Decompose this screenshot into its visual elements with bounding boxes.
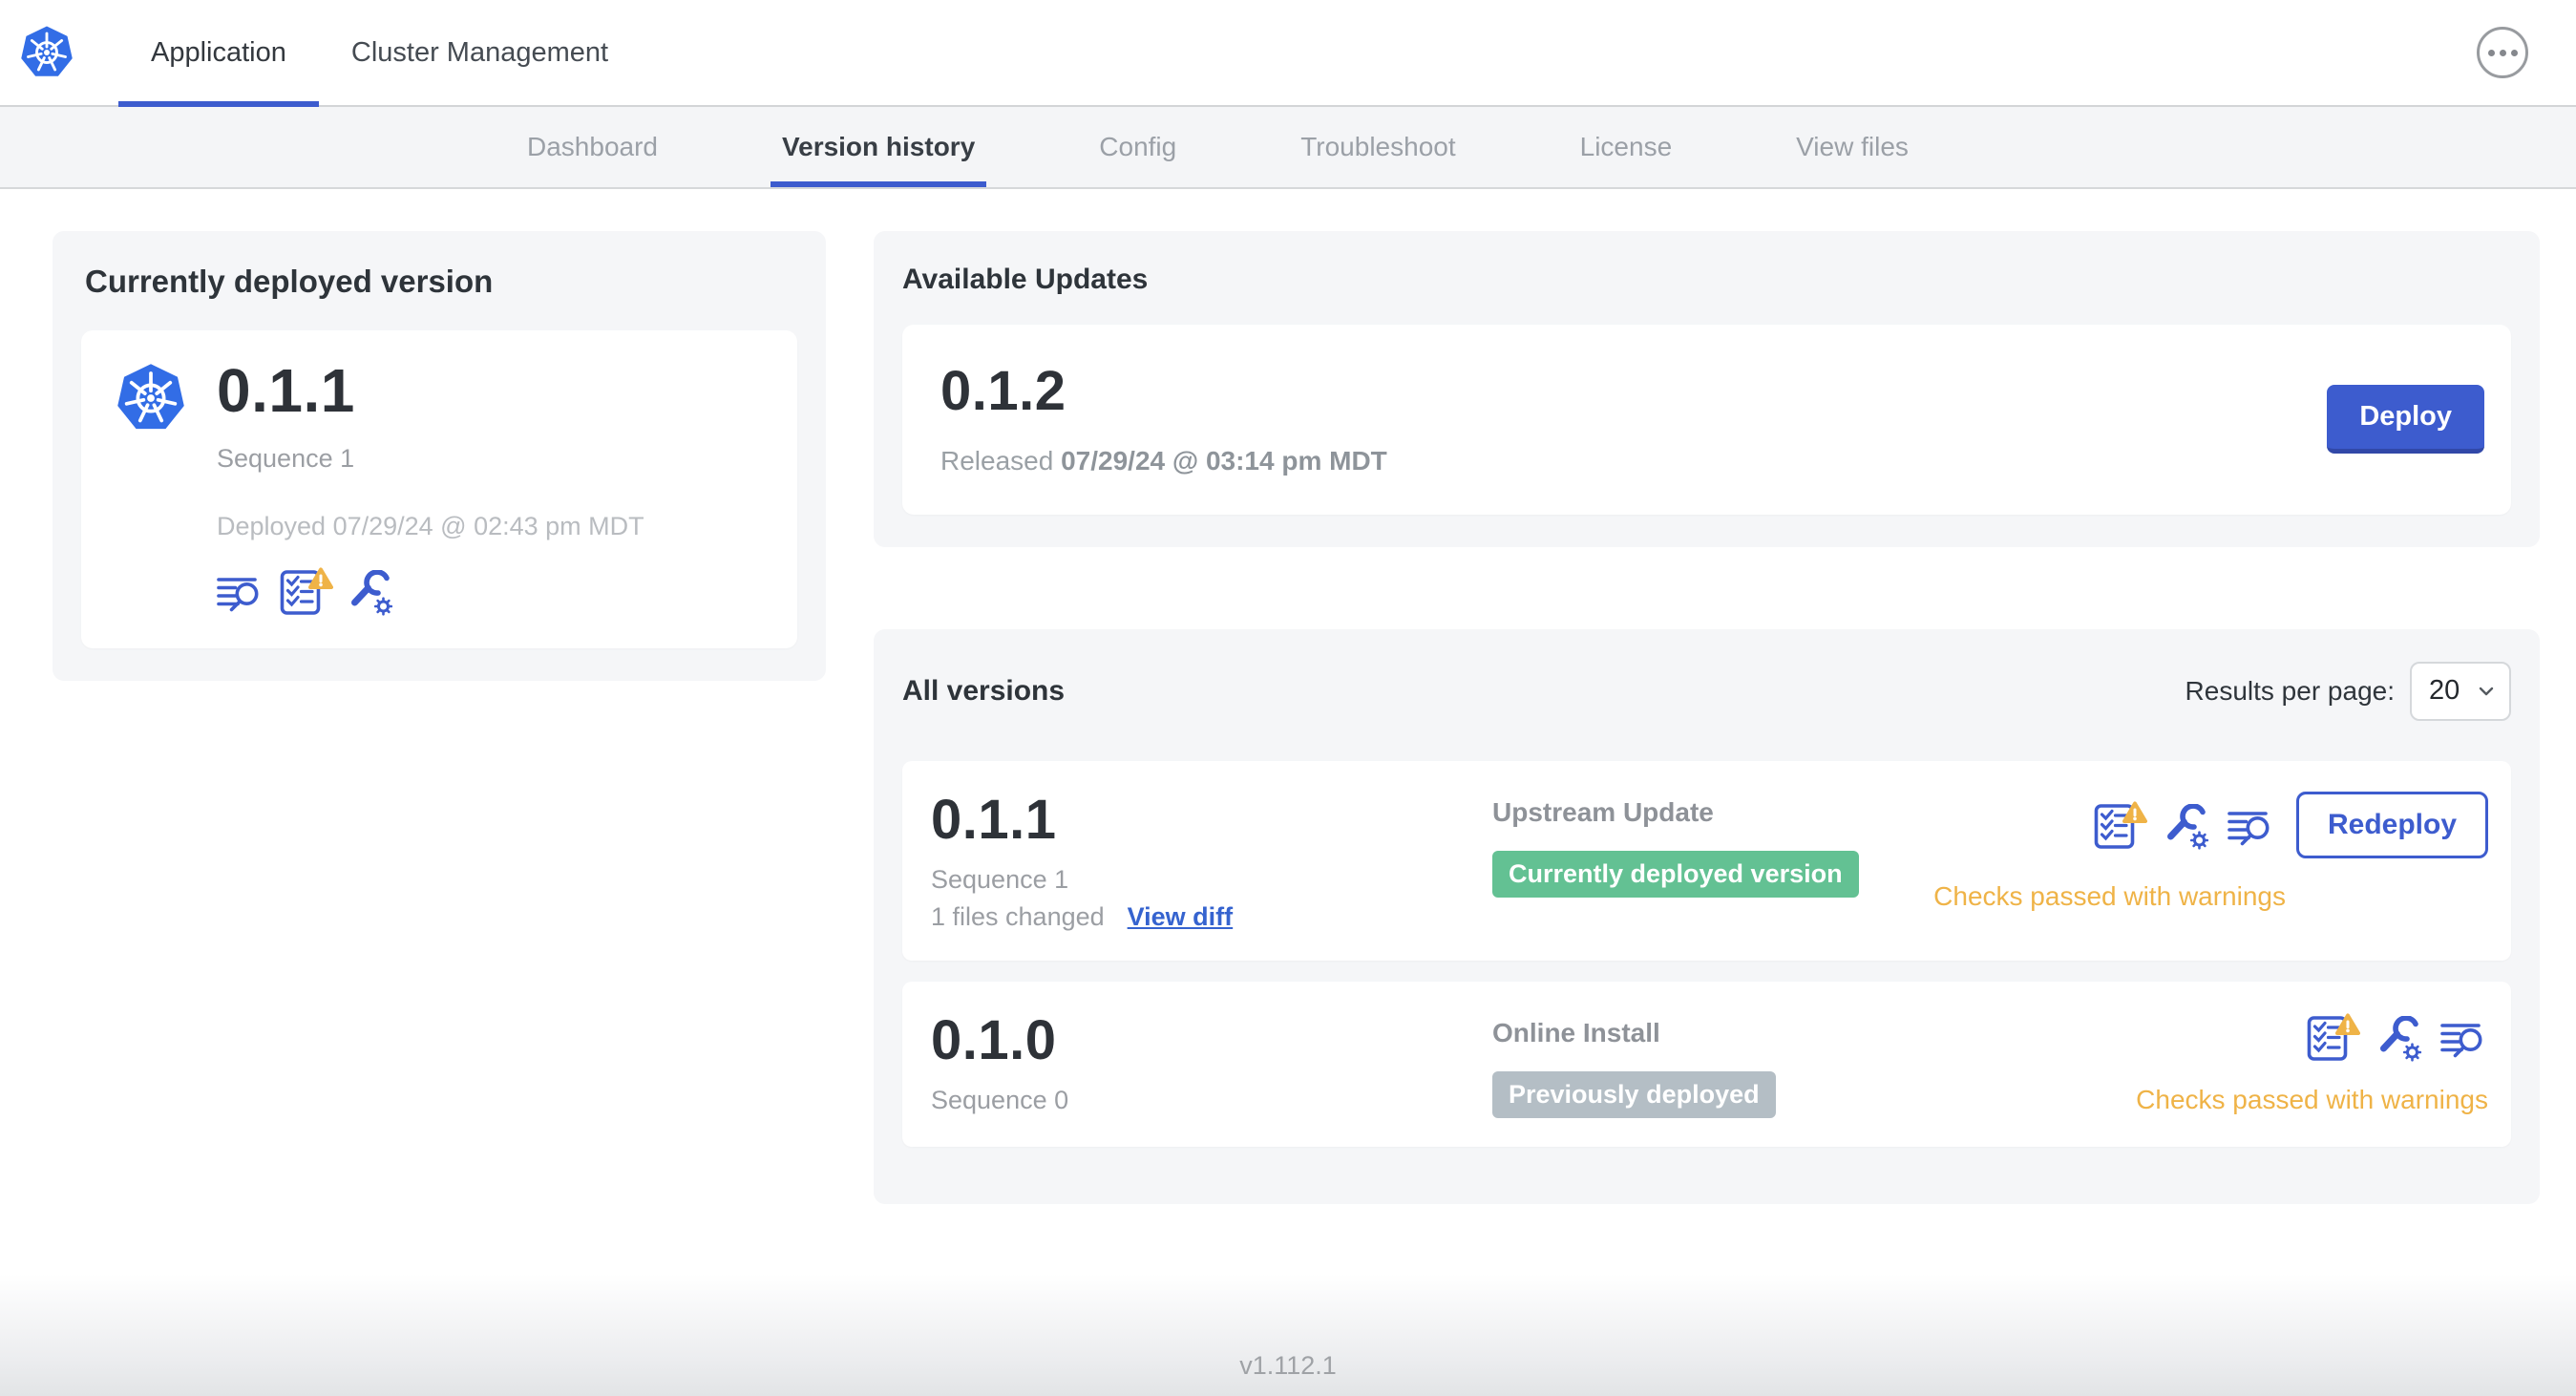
all-versions-panel: All versions Results per page: 20 0.1.1 … bbox=[874, 628, 2540, 1204]
release-notes-icon[interactable] bbox=[2440, 1020, 2488, 1062]
version-actions-block: Checks passed with warnings bbox=[2136, 1012, 2488, 1115]
version-source-block: Upstream Update Currently deployed versi… bbox=[1492, 792, 1933, 898]
checks-status-text: Checks passed with warnings bbox=[1933, 880, 2286, 911]
page-footer: v1.112.1 bbox=[0, 1274, 2576, 1396]
tab-version-history[interactable]: Version history bbox=[770, 107, 987, 187]
deployed-sequence: Sequence 1 bbox=[217, 444, 355, 474]
version-source-block: Online Install Previously deployed bbox=[1492, 1012, 2136, 1118]
version-source: Upstream Update bbox=[1492, 796, 1714, 827]
tab-application[interactable]: Application bbox=[118, 0, 319, 107]
deployed-status-icons bbox=[217, 566, 644, 616]
all-versions-title: All versions bbox=[902, 674, 1066, 707]
available-updates-title: Available Updates bbox=[902, 264, 1149, 295]
chevron-down-icon bbox=[2479, 687, 2494, 696]
row-version-number: 0.1.0 bbox=[931, 1008, 1057, 1071]
tab-dashboard[interactable]: Dashboard bbox=[527, 107, 658, 187]
version-status-icons bbox=[2307, 1012, 2488, 1062]
version-info: 0.1.0 Sequence 0 bbox=[931, 1008, 1492, 1115]
released-label: Released bbox=[940, 445, 1054, 476]
app-kubernetes-icon bbox=[114, 361, 188, 435]
view-diff-link[interactable]: View diff bbox=[1128, 902, 1234, 932]
preflight-checks-warning-icon[interactable] bbox=[2094, 800, 2147, 850]
deployed-version-number: 0.1.1 bbox=[217, 356, 355, 425]
files-changed-label: 1 files changed bbox=[931, 901, 1105, 931]
update-version-number: 0.1.2 bbox=[940, 360, 1066, 422]
admin-console-version: v1.112.1 bbox=[1239, 1351, 1337, 1380]
tab-troubleshoot[interactable]: Troubleshoot bbox=[1300, 107, 1455, 187]
tab-config[interactable]: Config bbox=[1099, 107, 1176, 187]
edit-config-icon[interactable] bbox=[348, 570, 394, 616]
release-notes-icon[interactable] bbox=[2228, 808, 2275, 850]
version-status-icons bbox=[2094, 800, 2275, 850]
available-update-card: 0.1.2 Released 07/29/24 @ 03:14 pm MDT D… bbox=[902, 325, 2511, 515]
released-timestamp: 07/29/24 @ 03:14 pm MDT bbox=[1061, 445, 1387, 476]
top-bar: Application Cluster Management bbox=[0, 0, 2576, 107]
edit-config-icon[interactable] bbox=[2377, 1016, 2423, 1062]
version-actions: Redeploy bbox=[2094, 791, 2488, 858]
kubernetes-logo-icon bbox=[18, 24, 75, 81]
deployed-timestamp: Deployed 07/29/24 @ 02:43 pm MDT bbox=[217, 512, 644, 541]
row-files-changed-line: 1 files changed View diff bbox=[931, 902, 1492, 932]
tab-view-files[interactable]: View files bbox=[1796, 107, 1909, 187]
right-column: Available Updates 0.1.2 Released 07/29/2… bbox=[874, 231, 2540, 1204]
tab-cluster-management-label: Cluster Management bbox=[350, 36, 609, 68]
redeploy-button[interactable]: Redeploy bbox=[2295, 791, 2488, 858]
deployed-version-details: 0.1.1 Sequence 1 Deployed 07/29/24 @ 02:… bbox=[217, 356, 644, 616]
overflow-menu-button[interactable] bbox=[2477, 27, 2528, 78]
version-actions-block: Redeploy Checks passed with warnings bbox=[1933, 791, 2488, 912]
currently-deployed-panel: Currently deployed version 0.1.1 Sequenc… bbox=[53, 231, 826, 682]
version-rows: 0.1.1 Sequence 1 1 files changed View di… bbox=[902, 760, 2511, 1147]
preflight-checks-warning-icon[interactable] bbox=[2307, 1012, 2360, 1062]
version-source: Online Install bbox=[1492, 1017, 1660, 1047]
checks-status-text: Checks passed with warnings bbox=[2136, 1084, 2488, 1114]
results-per-page-select[interactable]: 20 bbox=[2410, 661, 2511, 721]
edit-config-icon[interactable] bbox=[2164, 804, 2210, 850]
results-per-page: Results per page: 20 bbox=[2185, 661, 2511, 721]
row-version-number: 0.1.1 bbox=[931, 788, 1057, 851]
app-switcher: Application Cluster Management bbox=[118, 0, 641, 107]
version-row-0-1-1: 0.1.1 Sequence 1 1 files changed View di… bbox=[902, 760, 2511, 961]
version-row-0-1-0: 0.1.0 Sequence 0 Online Install Previous… bbox=[902, 981, 2511, 1147]
results-per-page-value: 20 bbox=[2429, 675, 2460, 707]
available-updates-panel: Available Updates 0.1.2 Released 07/29/2… bbox=[874, 231, 2540, 547]
tab-application-label: Application bbox=[151, 36, 286, 68]
results-per-page-label: Results per page: bbox=[2185, 675, 2395, 706]
all-versions-header: All versions Results per page: 20 bbox=[902, 661, 2511, 721]
main-content: Currently deployed version 0.1.1 Sequenc… bbox=[0, 189, 2576, 1204]
deploy-button[interactable]: Deploy bbox=[2327, 385, 2484, 455]
preflight-checks-warning-icon[interactable] bbox=[280, 566, 333, 616]
app-subnav: Dashboard Version history Config Trouble… bbox=[0, 107, 2576, 189]
version-actions bbox=[2307, 1012, 2488, 1062]
row-sequence: Sequence 1 bbox=[931, 864, 1069, 894]
currently-deployed-title: Currently deployed version bbox=[85, 264, 494, 299]
ellipsis-icon bbox=[2487, 49, 2495, 56]
status-badge: Currently deployed version bbox=[1492, 850, 1859, 898]
status-badge: Previously deployed bbox=[1492, 1070, 1776, 1118]
tab-license[interactable]: License bbox=[1580, 107, 1673, 187]
version-info: 0.1.1 Sequence 1 1 files changed View di… bbox=[931, 788, 1492, 932]
row-sequence: Sequence 0 bbox=[931, 1085, 1069, 1114]
deployed-version-card: 0.1.1 Sequence 1 Deployed 07/29/24 @ 02:… bbox=[81, 330, 797, 649]
release-notes-icon[interactable] bbox=[217, 574, 264, 616]
update-released-line: Released 07/29/24 @ 03:14 pm MDT bbox=[940, 446, 2473, 476]
tab-cluster-management[interactable]: Cluster Management bbox=[319, 0, 641, 105]
